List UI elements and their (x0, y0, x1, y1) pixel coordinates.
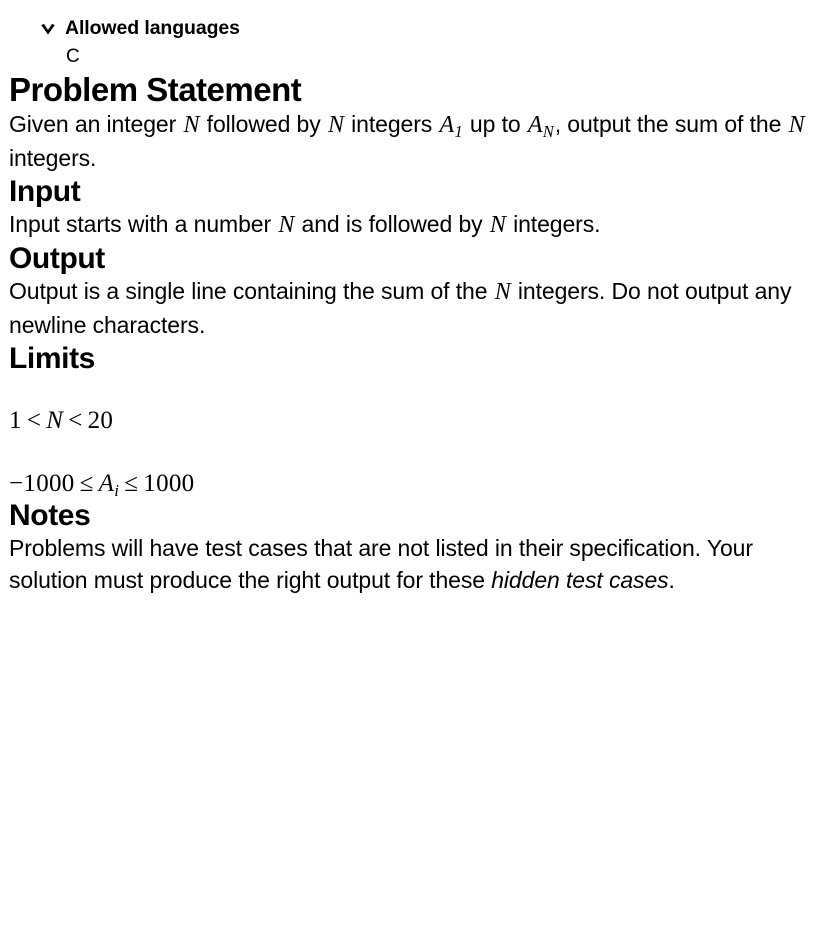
allowed-languages-title: Allowed languages (65, 17, 240, 39)
constraint-n-op-left: < (26, 406, 42, 434)
math-var-n-1: N (183, 112, 200, 139)
constraint-a-base: A (98, 469, 115, 497)
limits-constraint-a: −1000 ≤ Ai ≤1000 (9, 469, 819, 499)
ps-text-1: Given an integer (9, 111, 183, 138)
allowed-languages-list: C (38, 43, 819, 72)
chevron-down-icon[interactable] (38, 19, 58, 39)
output-heading: Output (9, 242, 105, 276)
constraint-n-variable: N (46, 406, 64, 434)
math-var-n-2: N (327, 112, 344, 139)
ps-text-2: followed by (200, 111, 327, 138)
math-a-base-1: A (439, 112, 455, 139)
out-text-1: Output is a single line containing the s… (9, 278, 494, 305)
math-a-subscript-n: N (542, 121, 554, 141)
constraint-a-op-left: ≤ (79, 469, 94, 497)
math-var-n-3: N (788, 112, 805, 139)
limits-constraint-n: 1 < N <20 (9, 406, 819, 436)
math-var-n-input-2: N (489, 211, 506, 238)
math-var-a-sub-n: AN (527, 112, 555, 141)
constraint-n-lower: 1 (9, 406, 22, 434)
problem-statement-heading: Problem Statement (9, 70, 302, 108)
math-var-a-sub-1: A1 (438, 112, 463, 141)
in-text-1: Input starts with a number (9, 210, 278, 237)
ps-text-3: integers (344, 111, 439, 138)
input-heading: Input (9, 174, 81, 208)
math-a-base-n: A (527, 112, 543, 139)
math-var-n-output: N (494, 279, 511, 306)
notes-text-2: . (668, 567, 675, 594)
allowed-languages-disclosure[interactable]: Allowed languages (38, 17, 819, 39)
output-text: Output is a single line containing the s… (9, 275, 819, 342)
constraint-a-op-right: ≤ (124, 469, 139, 497)
ps-text-6: integers. (9, 145, 97, 172)
constraint-a-upper: 1000 (143, 469, 195, 497)
ps-text-5: , output the sum of the (554, 111, 788, 138)
math-a-subscript-1: 1 (454, 121, 463, 141)
constraint-n-upper: 20 (87, 406, 114, 434)
notes-text: Problems will have test cases that are n… (9, 532, 819, 597)
language-item-c: C (66, 46, 80, 68)
allowed-languages-section: Allowed languages C (9, 0, 819, 72)
constraint-n-op-right: < (68, 406, 83, 434)
input-text: Input starts with a number N and is foll… (9, 208, 819, 242)
constraint-a-variable: Ai (98, 469, 120, 499)
in-text-3: integers. (506, 210, 601, 237)
math-var-n-input-1: N (278, 211, 295, 238)
notes-heading: Notes (9, 498, 91, 532)
notes-emphasis: hidden test cases (491, 567, 669, 594)
limits-heading: Limits (9, 341, 95, 375)
constraint-a-lower: −1000 (9, 469, 75, 497)
ps-text-4: up to (463, 111, 527, 138)
problem-statement-page: Allowed languages C Problem Statement Gi… (0, 0, 828, 938)
in-text-2: and is followed by (295, 210, 489, 237)
problem-statement-text: Given an integer N followed by N integer… (9, 108, 819, 175)
